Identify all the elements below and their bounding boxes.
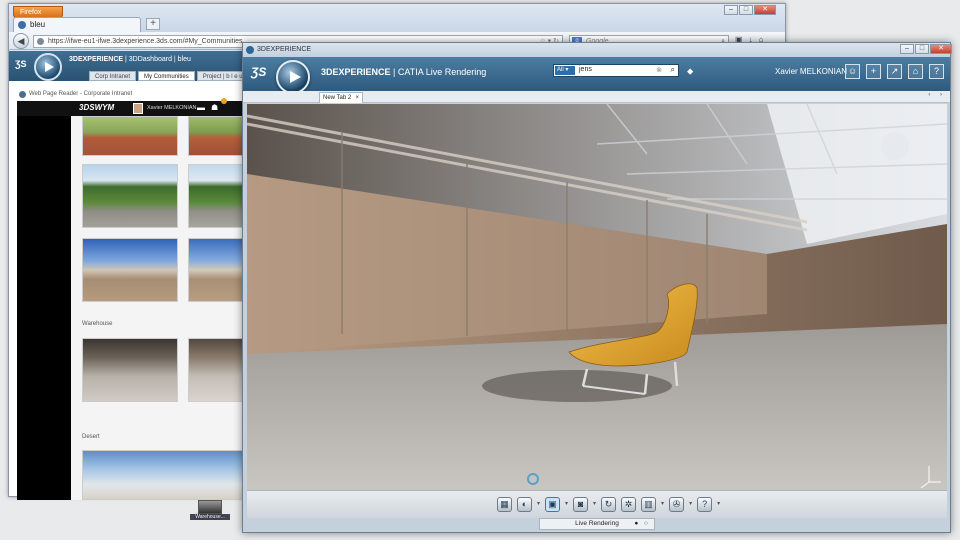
avatar[interactable]: [133, 103, 143, 114]
dropdown-arrow-icon[interactable]: ▾: [565, 497, 568, 512]
maximize-button[interactable]: □: [739, 5, 753, 15]
section-pager[interactable]: ● ○: [634, 519, 650, 529]
home-icon[interactable]: ⌂: [908, 64, 923, 79]
dashboard-title: 3DEXPERIENCE | 3DDashboard | bleu: [69, 56, 191, 63]
user-name[interactable]: Xavier MELKONIAN: [775, 67, 847, 76]
gallery-thumb[interactable]: [82, 116, 178, 156]
tag-icon[interactable]: ⬥: [687, 66, 693, 77]
window-title: 3DEXPERIENCE: [257, 46, 312, 53]
help-icon[interactable]: ?: [697, 497, 713, 512]
action-bar-section-tab[interactable]: Live Rendering ● ○: [539, 518, 655, 530]
settings-icon[interactable]: ✲: [621, 497, 637, 512]
firefox-window-controls: – □ ✕: [724, 5, 776, 15]
section-label-warehouse: Warehouse: [82, 321, 113, 327]
search-field[interactable]: All ▾ jens ⊗ ⌕: [553, 64, 679, 77]
browser-tab-title: bleu: [30, 20, 46, 29]
swym-header: 3DSWYM Xavier MELKONIAN ▬☗: [17, 98, 245, 116]
share-icon[interactable]: ↗: [887, 64, 902, 79]
image-gallery: Warehouse Desert: [71, 116, 245, 500]
dropdown-arrow-icon[interactable]: ▾: [537, 497, 540, 512]
material-icon[interactable]: ◐: [517, 497, 532, 512]
clear-search-icon[interactable]: ⊗: [656, 66, 662, 74]
close-tab-icon[interactable]: ×: [355, 93, 359, 103]
swym-logo: 3DSWYM: [79, 103, 115, 112]
add-icon[interactable]: +: [866, 64, 881, 79]
app-header: ƷS 3DEXPERIENCE | CATIA Live Rendering A…: [243, 57, 950, 94]
desktop-file-icon[interactable]: Warehouse...: [190, 500, 230, 520]
tab-corp-intranet[interactable]: Corp Intranet: [89, 71, 137, 81]
dropdown-arrow-icon[interactable]: ▾: [661, 497, 664, 512]
catia-titlebar: 3DEXPERIENCE – □ ✕: [243, 43, 952, 57]
widget-title: Web Page Reader - Corporate Intranet: [19, 91, 132, 98]
sun-light-icon[interactable]: [881, 132, 909, 160]
search-scope-dropdown[interactable]: All ▾: [555, 66, 575, 75]
ds-logo-icon: ƷS: [251, 65, 267, 79]
close-button[interactable]: ✕: [754, 5, 776, 15]
gallery-thumb[interactable]: [188, 338, 245, 402]
user-icon[interactable]: ☺: [845, 64, 860, 79]
tab-new-tab-2[interactable]: New Tab 2 ×: [319, 92, 363, 103]
search-icon[interactable]: ⌕: [671, 65, 675, 75]
help-icon[interactable]: ?: [929, 64, 944, 79]
tab-project-bleu[interactable]: Project | b l e u: [196, 71, 249, 81]
tab-my-communities[interactable]: My Communities: [138, 71, 195, 81]
action-bar: ▦ ◐ ▾ ▣ ▾ ◙ ▾ ↻ ✲ ▥ ▾ ✇ ▾ ? ▾: [247, 490, 947, 518]
dropdown-arrow-icon[interactable]: ▾: [717, 497, 720, 512]
scene-icon[interactable]: ▦: [497, 497, 512, 512]
3d-viewport[interactable]: [247, 104, 947, 490]
section-label: Live Rendering: [575, 520, 619, 527]
chat-icon[interactable]: ▬: [197, 103, 211, 112]
search-input[interactable]: jens: [579, 66, 592, 73]
minimize-button[interactable]: –: [900, 44, 914, 54]
dashboard-tabs: Corp Intranet My Communities Project | b…: [89, 71, 267, 81]
catia-window-controls: – □ ✕: [900, 44, 952, 54]
header-actions: ☺ + ↗ ⌂ ?: [845, 64, 944, 79]
back-button[interactable]: ◀: [13, 33, 29, 49]
app-icon: [246, 46, 254, 54]
tab-bar: New Tab 2 × ‹ ›: [243, 91, 950, 103]
desktop-icon-label: Warehouse...: [190, 514, 230, 520]
section-label-desert: Desert: [82, 434, 100, 440]
minimize-button[interactable]: –: [724, 5, 738, 15]
dropdown-arrow-icon[interactable]: ▾: [689, 497, 692, 512]
export-icon[interactable]: ▥: [641, 497, 657, 512]
gallery-thumb[interactable]: [188, 238, 245, 302]
firefox-titlebar: Firefox bleu + – □ ✕: [9, 4, 785, 32]
camera-icon[interactable]: ◙: [573, 497, 589, 512]
environment-icon[interactable]: ▣: [545, 497, 561, 512]
tab-scroll-arrows[interactable]: ‹ ›: [928, 92, 946, 98]
gallery-thumb[interactable]: [82, 450, 245, 500]
rendered-scene: [247, 104, 947, 490]
gallery-thumb[interactable]: [82, 164, 178, 228]
app-title: 3DEXPERIENCE | CATIA Live Rendering: [321, 67, 487, 77]
new-tab-button[interactable]: +: [146, 18, 160, 30]
ds-logo-icon: ƷS: [15, 59, 27, 69]
people-icon[interactable]: ☗: [211, 103, 224, 112]
gallery-thumb[interactable]: [188, 164, 245, 228]
gallery-thumb[interactable]: [82, 338, 178, 402]
site-identity-icon[interactable]: [37, 38, 44, 45]
favicon-icon: [18, 21, 26, 29]
image-file-icon: [198, 500, 222, 514]
action-bar-icons: ▦ ◐ ▾ ▣ ▾ ◙ ▾ ↻ ✲ ▥ ▾ ✇ ▾ ? ▾: [497, 497, 720, 512]
swym-icons: ▬☗: [197, 103, 224, 112]
compass-icon[interactable]: [276, 60, 310, 94]
swym-user-name: Xavier MELKONIAN: [147, 105, 197, 111]
tab-label: New Tab 2: [323, 95, 352, 101]
url-text: https://ifwe-eu1-ifwe.3dexperience.3ds.c…: [48, 38, 243, 45]
browser-tab[interactable]: bleu: [13, 17, 141, 32]
maximize-button[interactable]: □: [915, 44, 929, 54]
close-button[interactable]: ✕: [930, 44, 952, 54]
share-icon[interactable]: ✇: [669, 497, 685, 512]
gallery-thumb[interactable]: [82, 238, 178, 302]
compass-icon[interactable]: [34, 53, 62, 81]
catia-window[interactable]: 3DEXPERIENCE – □ ✕ ƷS 3DEXPERIENCE | CAT…: [242, 42, 952, 533]
render-icon[interactable]: ↻: [601, 497, 617, 512]
gallery-thumb[interactable]: [188, 116, 245, 156]
widget-side-panel: [17, 116, 71, 500]
dropdown-arrow-icon[interactable]: ▾: [593, 497, 596, 512]
notification-badge: [221, 98, 227, 104]
